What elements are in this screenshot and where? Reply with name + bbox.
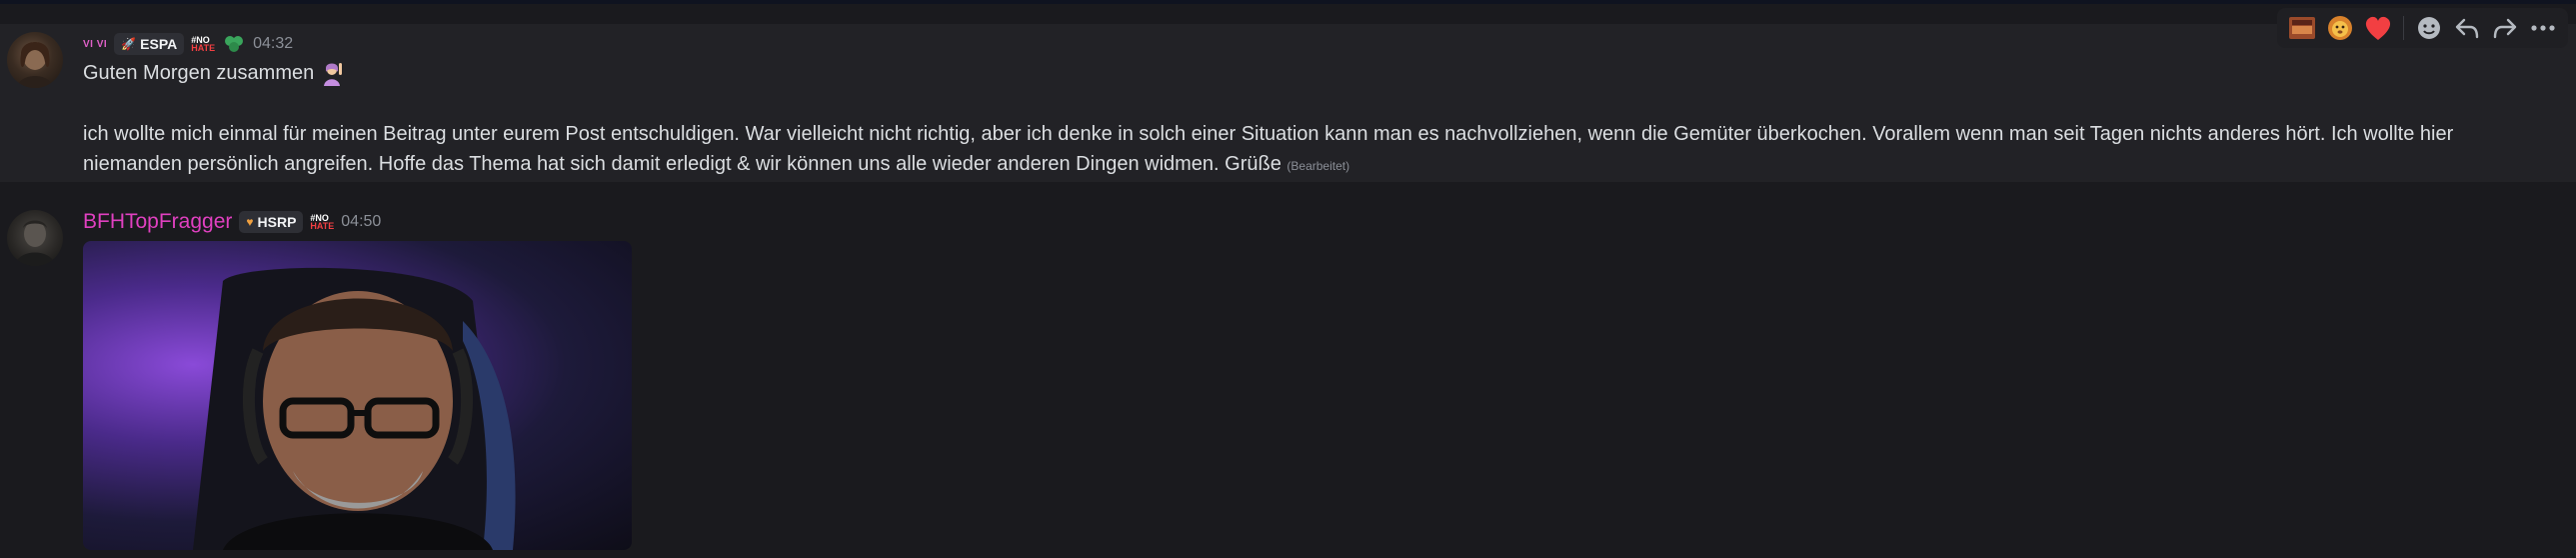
timestamp[interactable]: 04:50 — [341, 213, 381, 231]
message-header: BFHTopFragger ♥ HSRP #NO HATE 04:50 — [83, 209, 381, 235]
forward-icon[interactable] — [2488, 11, 2522, 45]
badge-line-2: HATE — [191, 43, 216, 53]
guild-tag[interactable]: ♥ HSRP — [239, 211, 304, 233]
reply-icon[interactable] — [2450, 11, 2484, 45]
add-reaction-icon[interactable] — [2412, 11, 2446, 45]
greeting-text: Guten Morgen zusammen — [83, 61, 315, 84]
badge-line-2: HATE — [310, 221, 335, 231]
rocket-icon: 🚀 — [121, 37, 137, 51]
heart-emoji-icon[interactable] — [2361, 11, 2395, 45]
more-icon[interactable] — [2526, 11, 2560, 45]
orange-heart-icon: ♥ — [246, 215, 254, 229]
message-actions-toolbar — [2277, 8, 2568, 48]
gif-attachment[interactable] — [83, 241, 632, 550]
timestamp[interactable]: 04:32 — [253, 35, 293, 53]
person-raising-hand-emoji-icon — [324, 63, 343, 86]
no-hate-badge[interactable]: #NO HATE — [191, 36, 216, 53]
toolbar-separator — [2403, 16, 2404, 40]
author-name[interactable]: BFHTopFragger — [83, 210, 232, 234]
reaction-photo-icon[interactable] — [2285, 11, 2319, 45]
lion-emoji-icon[interactable] — [2323, 11, 2357, 45]
avatar[interactable] — [7, 210, 63, 266]
author-name[interactable]: VI VI — [83, 39, 107, 50]
message-first-line: Guten Morgen zusammen — [83, 60, 346, 86]
guild-tag-label: HSRP — [257, 214, 297, 230]
message-header: VI VI 🚀 ESPA #NO HATE 04:32 — [83, 31, 293, 57]
clover-badge-icon[interactable] — [222, 32, 246, 56]
message-body-text: ich wollte mich einmal für meinen Beitra… — [83, 123, 2454, 175]
message-body: ich wollte mich einmal für meinen Beitra… — [83, 119, 2552, 181]
avatar[interactable] — [7, 32, 63, 88]
guild-tag-label: ESPA — [140, 36, 178, 52]
top-divider — [0, 0, 2576, 4]
no-hate-badge[interactable]: #NO HATE — [310, 214, 335, 231]
edited-label[interactable]: (Bearbeitet) — [1287, 159, 1349, 173]
guild-tag[interactable]: 🚀 ESPA — [114, 33, 185, 55]
